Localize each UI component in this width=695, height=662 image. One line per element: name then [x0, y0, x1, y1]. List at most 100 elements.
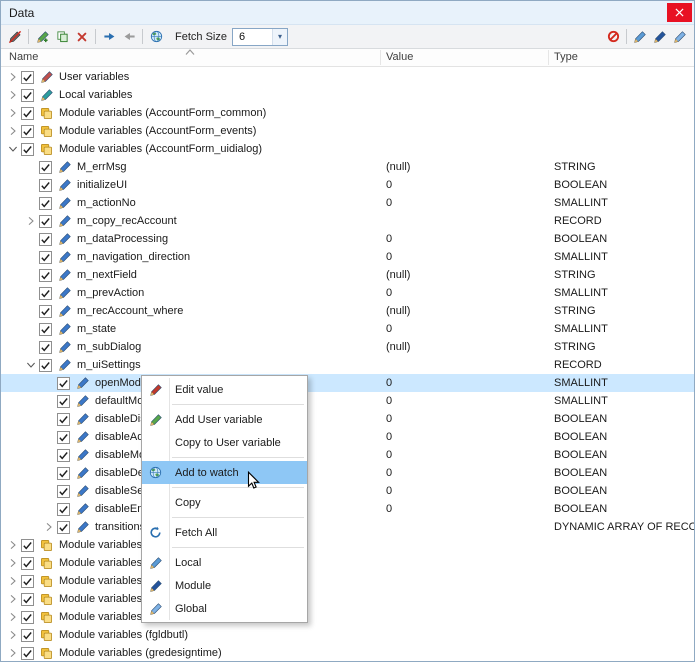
tree-row-initializeui[interactable]: initializeUI 0 BOOLEAN	[1, 176, 694, 194]
menu-item-fetch-all[interactable]: Fetch All	[142, 521, 307, 544]
watch-checkbox[interactable]	[21, 556, 34, 570]
remove-variable-icon[interactable]	[72, 27, 92, 47]
expand-arrow-icon[interactable]	[5, 645, 21, 661]
module-pen-icon[interactable]	[650, 27, 670, 47]
collapse-arrow-icon[interactable]	[5, 141, 21, 157]
expand-arrow-icon[interactable]	[5, 591, 21, 607]
watch-checkbox[interactable]	[21, 106, 34, 120]
watch-checkbox[interactable]	[39, 340, 52, 354]
watch-checkbox[interactable]	[39, 196, 52, 210]
watch-checkbox[interactable]	[21, 610, 34, 624]
forward-arrow-icon[interactable]	[99, 27, 119, 47]
tree-row-m-copy-recaccount[interactable]: m_copy_recAccount RECORD	[1, 212, 694, 230]
watch-checkbox[interactable]	[57, 430, 70, 444]
tree-row-m-actionno[interactable]: m_actionNo 0 SMALLINT	[1, 194, 694, 212]
tree-row-m-navigation-direction[interactable]: m_navigation_direction 0 SMALLINT	[1, 248, 694, 266]
menu-item-edit-value[interactable]: Edit value	[142, 378, 307, 401]
watch-checkbox[interactable]	[21, 538, 34, 552]
tree-row-module-variables[interactable]: Module variables	[1, 590, 694, 608]
tree-row-disabledisplay[interactable]: disableDisplay 0 BOOLEAN	[1, 410, 694, 428]
tree-row-disabledelete[interactable]: disableDelete 0 BOOLEAN	[1, 464, 694, 482]
tree-row-m-uisettings[interactable]: m_uiSettings RECORD	[1, 356, 694, 374]
collapse-arrow-icon[interactable]	[23, 357, 39, 373]
tree-row-module-variables-gredesigntime[interactable]: Module variables (gredesigntime)	[1, 644, 694, 661]
watch-checkbox[interactable]	[21, 592, 34, 606]
watch-checkbox[interactable]	[21, 628, 34, 642]
watch-checkbox[interactable]	[39, 232, 52, 246]
tree-row-disablesearch[interactable]: disableSearch 0 BOOLEAN	[1, 482, 694, 500]
expand-arrow-icon[interactable]	[5, 87, 21, 103]
watch-checkbox[interactable]	[21, 142, 34, 156]
tree-row-module-variables-accountform-events[interactable]: Module variables (AccountForm_events)	[1, 122, 694, 140]
tree-row-local-variables[interactable]: Local variables	[1, 86, 694, 104]
menu-item-add-user-variable[interactable]: Add User variable	[142, 408, 307, 431]
expand-arrow-icon[interactable]	[5, 555, 21, 571]
global-pen-icon[interactable]	[670, 27, 690, 47]
chevron-down-icon[interactable]: ▾	[271, 28, 287, 45]
tree-row-disablemodify[interactable]: disableModify 0 BOOLEAN	[1, 446, 694, 464]
copy-variable-icon[interactable]	[52, 27, 72, 47]
tree-row-m-state[interactable]: m_state 0 SMALLINT	[1, 320, 694, 338]
tree-row-module-variables-accountform-uidialog[interactable]: Module variables (AccountForm_uidialog)	[1, 140, 694, 158]
watch-checkbox[interactable]	[57, 502, 70, 516]
expand-arrow-icon[interactable]	[5, 573, 21, 589]
column-divider[interactable]	[548, 50, 549, 65]
menu-item-module[interactable]: Module	[142, 574, 307, 597]
fetch-size-combobox[interactable]: 6 ▾	[231, 27, 288, 46]
watch-checkbox[interactable]	[39, 178, 52, 192]
expand-arrow-icon[interactable]	[41, 519, 57, 535]
watch-checkbox[interactable]	[57, 520, 70, 534]
watch-checkbox[interactable]	[39, 322, 52, 336]
close-button[interactable]	[667, 3, 692, 22]
column-header-value[interactable]: Value	[386, 51, 413, 63]
tree-row-m-nextfield[interactable]: m_nextField (null) STRING	[1, 266, 694, 284]
tree-row-m-subdialog[interactable]: m_subDialog (null) STRING	[1, 338, 694, 356]
menu-item-copy-to-user-variable[interactable]: Copy to User variable	[142, 431, 307, 454]
watch-checkbox[interactable]	[21, 646, 34, 660]
expand-arrow-icon[interactable]	[5, 123, 21, 139]
watch-checkbox[interactable]	[57, 466, 70, 480]
tree-row-module-variables-accountform-common[interactable]: Module variables (AccountForm_common)	[1, 104, 694, 122]
tree-row-module-variables[interactable]: Module variables	[1, 608, 694, 626]
watch-checkbox[interactable]	[57, 376, 70, 390]
watch-checkbox[interactable]	[39, 160, 52, 174]
tree-row-m-prevaction[interactable]: m_prevAction 0 SMALLINT	[1, 284, 694, 302]
expand-arrow-icon[interactable]	[5, 627, 21, 643]
tree-row-module-variables-fgldbutl[interactable]: Module variables (fgldbutl)	[1, 626, 694, 644]
red-ban-icon[interactable]	[603, 27, 623, 47]
tree-row-m-errmsg[interactable]: M_errMsg (null) STRING	[1, 158, 694, 176]
watch-checkbox[interactable]	[21, 574, 34, 588]
menu-item-global[interactable]: Global	[142, 597, 307, 620]
tree-row-transitions[interactable]: transitions DYNAMIC ARRAY OF RECO	[1, 518, 694, 536]
expand-arrow-icon[interactable]	[5, 105, 21, 121]
tree-row-defaultmode[interactable]: defaultMode 0 SMALLINT	[1, 392, 694, 410]
watch-checkbox[interactable]	[39, 268, 52, 282]
add-variable-icon[interactable]	[32, 27, 52, 47]
column-header-type[interactable]: Type	[554, 51, 578, 63]
watch-globe-icon[interactable]	[146, 27, 166, 47]
expand-arrow-icon[interactable]	[5, 609, 21, 625]
tree-row-module-variables[interactable]: Module variables	[1, 572, 694, 590]
watch-checkbox[interactable]	[39, 304, 52, 318]
tree-row-module-variables[interactable]: Module variables	[1, 554, 694, 572]
tree-row-m-dataprocessing[interactable]: m_dataProcessing 0 BOOLEAN	[1, 230, 694, 248]
watch-checkbox[interactable]	[21, 88, 34, 102]
watch-checkbox[interactable]	[57, 412, 70, 426]
expand-arrow-icon[interactable]	[5, 69, 21, 85]
column-divider[interactable]	[380, 50, 381, 65]
expand-arrow-icon[interactable]	[5, 537, 21, 553]
tree-row-m-recaccount-where[interactable]: m_recAccount_where (null) STRING	[1, 302, 694, 320]
expand-arrow-icon[interactable]	[23, 213, 39, 229]
back-arrow-icon[interactable]	[119, 27, 139, 47]
local-pen-icon[interactable]	[630, 27, 650, 47]
tree-row-user-variables[interactable]: User variables	[1, 68, 694, 86]
menu-item-add-to-watch[interactable]: Add to watch	[142, 461, 307, 484]
watch-checkbox[interactable]	[57, 448, 70, 462]
menu-item-copy[interactable]: Copy	[142, 491, 307, 514]
watch-checkbox[interactable]	[39, 358, 52, 372]
tree-row-disableempty[interactable]: disableEmpty 0 BOOLEAN	[1, 500, 694, 518]
watch-checkbox[interactable]	[21, 70, 34, 84]
watch-checkbox[interactable]	[39, 286, 52, 300]
pen-slash-icon[interactable]	[5, 27, 25, 47]
menu-item-local[interactable]: Local	[142, 551, 307, 574]
